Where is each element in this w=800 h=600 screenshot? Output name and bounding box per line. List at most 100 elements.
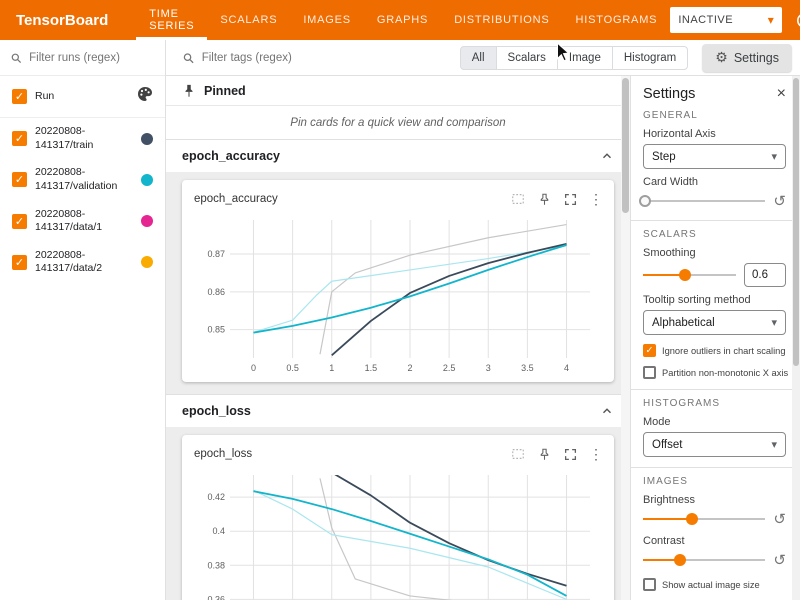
svg-text:0: 0: [251, 363, 256, 373]
run-row-data-2[interactable]: ✓ 20220808-141317/data/2: [0, 242, 165, 283]
slider-thumb[interactable]: [674, 554, 686, 566]
tab-images[interactable]: IMAGES: [290, 0, 364, 40]
chevron-up-icon[interactable]: [600, 149, 614, 163]
ignore-outliers-row[interactable]: ✓ Ignore outliers in chart scaling: [643, 344, 786, 357]
run-checkbox[interactable]: ✓: [12, 131, 27, 146]
ignore-outliers-checkbox[interactable]: ✓: [643, 344, 656, 357]
chevron-down-icon: ▾: [768, 13, 775, 27]
run-row-data-1[interactable]: ✓ 20220808-141317/data/1: [0, 201, 165, 242]
run-label: 20220808-141317/validation: [35, 166, 117, 193]
chip-image[interactable]: Image: [557, 46, 613, 70]
run-color-dot: [141, 174, 153, 186]
card-title: epoch_loss: [194, 448, 252, 460]
pin-card-icon[interactable]: [536, 446, 552, 462]
card-width-slider[interactable]: [643, 192, 765, 210]
card-title: epoch_accuracy: [194, 193, 278, 205]
status-label: INACTIVE: [678, 14, 733, 26]
main-scrollbar-thumb[interactable]: [622, 78, 629, 213]
svg-text:2.5: 2.5: [443, 363, 456, 373]
search-icon: [10, 51, 22, 65]
main-nav: TIME SERIES SCALARS IMAGES GRAPHS DISTRI…: [136, 0, 670, 40]
epoch-accuracy-chart[interactable]: 00.511.522.533.540.850.860.87: [194, 214, 600, 374]
tab-distributions[interactable]: DISTRIBUTIONS: [441, 0, 562, 40]
chevron-down-icon: ▾: [771, 316, 777, 329]
brightness-slider[interactable]: [643, 510, 765, 528]
fit-domain-icon[interactable]: [510, 191, 526, 207]
theme-toggle-icon[interactable]: [796, 9, 800, 31]
filter-tags-input[interactable]: [202, 52, 392, 64]
run-label: 20220808-141317/data/1: [35, 208, 102, 235]
histogram-mode-dropdown[interactable]: Offset ▾: [643, 432, 786, 457]
tab-time-series[interactable]: TIME SERIES: [136, 0, 207, 40]
svg-text:0.85: 0.85: [207, 325, 225, 335]
reload-status-dropdown[interactable]: INACTIVE ▾: [670, 7, 782, 33]
settings-title: Settings: [643, 86, 695, 102]
settings-button[interactable]: ⚙ Settings: [702, 44, 792, 72]
chip-scalars[interactable]: Scalars: [496, 46, 558, 70]
chip-all[interactable]: All: [460, 46, 497, 70]
reset-icon[interactable]: ↺: [773, 551, 786, 569]
run-row-validation[interactable]: ✓ 20220808-141317/validation: [0, 159, 165, 200]
run-color-dot: [141, 215, 153, 227]
chevron-down-icon: ▾: [771, 438, 777, 451]
show-actual-size-checkbox[interactable]: [643, 578, 656, 591]
section-header-epoch-accuracy[interactable]: epoch_accuracy: [166, 140, 630, 172]
smoothing-value-input[interactable]: 0.6: [744, 263, 786, 287]
chevron-down-icon: ▾: [771, 150, 777, 163]
half-circle-icon: [796, 12, 800, 29]
tooltip-sorting-dropdown[interactable]: Alphabetical ▾: [643, 310, 786, 335]
svg-text:0.42: 0.42: [207, 492, 225, 502]
show-actual-size-row[interactable]: Show actual image size: [643, 578, 786, 591]
svg-text:1.5: 1.5: [365, 363, 378, 373]
reset-icon[interactable]: ↺: [773, 510, 786, 528]
contrast-slider[interactable]: [643, 551, 765, 569]
horizontal-axis-dropdown[interactable]: Step ▾: [643, 144, 786, 169]
histograms-section-label: HISTOGRAMS: [643, 398, 786, 409]
pin-card-icon[interactable]: [536, 191, 552, 207]
gear-icon: ⚙: [715, 49, 728, 66]
kebab-menu-icon[interactable]: ⋮: [588, 191, 604, 207]
run-row-train[interactable]: ✓ 20220808-141317/train: [0, 118, 165, 159]
run-color-dot: [141, 256, 153, 268]
card-width-label: Card Width: [643, 176, 786, 188]
fullscreen-icon[interactable]: [562, 446, 578, 462]
pinned-hint: Pin cards for a quick view and compariso…: [166, 106, 630, 140]
palette-icon[interactable]: [137, 86, 153, 107]
select-all-runs-checkbox[interactable]: ✓: [12, 89, 27, 104]
chip-histogram[interactable]: Histogram: [612, 46, 688, 70]
search-icon: [182, 51, 195, 65]
fit-domain-icon[interactable]: [510, 446, 526, 462]
close-icon[interactable]: ×: [777, 86, 786, 102]
reset-icon[interactable]: ↺: [773, 192, 786, 210]
cards-area: Pinned Pin cards for a quick view and co…: [166, 76, 630, 600]
fullscreen-icon[interactable]: [562, 191, 578, 207]
tab-graphs[interactable]: GRAPHS: [364, 0, 441, 40]
tags-toolbar: All Scalars Image Histogram ⚙ Settings: [166, 40, 800, 76]
filter-runs-input[interactable]: [29, 52, 155, 64]
main-scrollbar[interactable]: [621, 76, 630, 600]
tab-histograms[interactable]: HISTOGRAMS: [563, 0, 671, 40]
slider-thumb[interactable]: [679, 269, 691, 281]
svg-text:0.4: 0.4: [212, 526, 225, 536]
smoothing-slider[interactable]: [643, 266, 736, 284]
partition-x-axis-row[interactable]: Partition non-monotonic X axis i: [643, 366, 786, 379]
tab-scalars[interactable]: SCALARS: [207, 0, 290, 40]
epoch-loss-chart[interactable]: 00.511.522.533.540.360.380.40.42: [194, 469, 600, 600]
settings-scrollbar-thumb[interactable]: [793, 78, 799, 366]
slider-thumb[interactable]: [686, 513, 698, 525]
svg-text:1: 1: [329, 363, 334, 373]
kebab-menu-icon[interactable]: ⋮: [588, 446, 604, 462]
slider-thumb[interactable]: [639, 195, 651, 207]
run-checkbox[interactable]: ✓: [12, 255, 27, 270]
section-header-epoch-loss[interactable]: epoch_loss: [166, 395, 630, 427]
run-checkbox[interactable]: ✓: [12, 172, 27, 187]
partition-x-axis-checkbox[interactable]: [643, 366, 656, 379]
svg-text:3.5: 3.5: [521, 363, 534, 373]
section-body-epoch-accuracy: epoch_accuracy: [166, 172, 630, 395]
run-checkbox[interactable]: ✓: [12, 214, 27, 229]
chevron-up-icon[interactable]: [600, 404, 614, 418]
tensorboard-app: TensorBoard TIME SERIES SCALARS IMAGES G…: [0, 0, 800, 600]
histogram-mode-label: Mode: [643, 416, 786, 428]
settings-scrollbar[interactable]: [792, 76, 800, 600]
svg-text:3: 3: [486, 363, 491, 373]
